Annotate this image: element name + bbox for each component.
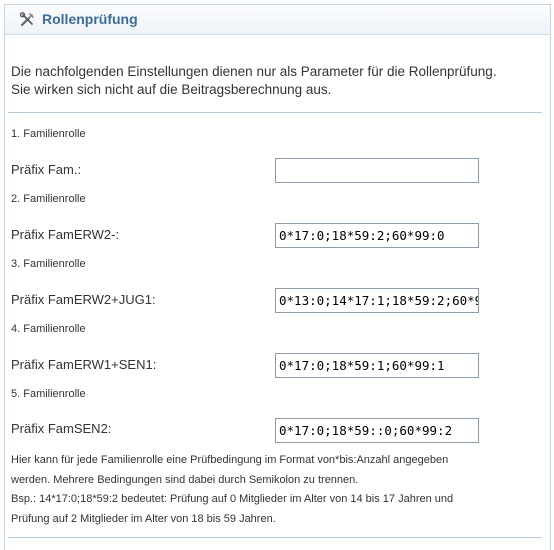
group-label-3: 3. Familienrolle [11, 258, 86, 270]
panel-header: Rollenprüfung [5, 5, 550, 35]
prefix-famsen2-input[interactable]: 0*17:0;18*59::0;60*99:2 [275, 418, 479, 443]
help-line: Hier kann für jede Familienrolle eine Pr… [11, 454, 449, 466]
divider [8, 537, 542, 538]
field-label-fam: Präfix Fam.: [11, 162, 82, 177]
page-title: Rollenprüfung [42, 11, 138, 27]
group-label-1: 1. Familienrolle [11, 128, 86, 140]
divider [8, 112, 542, 113]
group-label-2: 2. Familienrolle [11, 193, 86, 205]
tools-icon [19, 12, 35, 28]
help-text: Hier kann für jede Familienrolle eine Pr… [11, 451, 541, 529]
prefix-fam-input[interactable] [275, 158, 479, 183]
intro-text: Die nachfolgenden Einstellungen dienen n… [11, 63, 541, 99]
help-line: Bsp.: 14*17:0;18*59:2 bedeutet: Prüfung … [11, 493, 454, 505]
group-label-5: 5. Familienrolle [11, 388, 86, 400]
field-label-famerw1-sen1: Präfix FamERW1+SEN1: [11, 357, 157, 372]
prefix-famerw1-sen1-input[interactable]: 0*17:0;18*59:1;60*99:1 [275, 353, 479, 378]
field-label-famerw2: Präfix FamERW2-: [11, 227, 120, 242]
field-label-famerw2-jug1: Präfix FamERW2+JUG1: [11, 292, 156, 307]
help-line: Prüfung auf 2 Mitglieder im Alter von 18… [11, 512, 276, 525]
prefix-famerw2-input[interactable]: 0*17:0;18*59:2;60*99:0 [275, 223, 479, 248]
intro-line: Sie wirken sich nicht auf die Beitragsbe… [11, 82, 332, 97]
field-label-famsen2: Präfix FamSEN2: [11, 421, 112, 436]
group-label-4: 4. Familienrolle [11, 323, 86, 335]
intro-line: Die nachfolgenden Einstellungen dienen n… [11, 64, 497, 79]
help-line: werden. Mehrere Bedingungen sind dabei d… [11, 473, 359, 486]
prefix-famerw2-jug1-input[interactable]: 0*13:0;14*17:1;18*59:2;60*99:0 [275, 288, 479, 313]
